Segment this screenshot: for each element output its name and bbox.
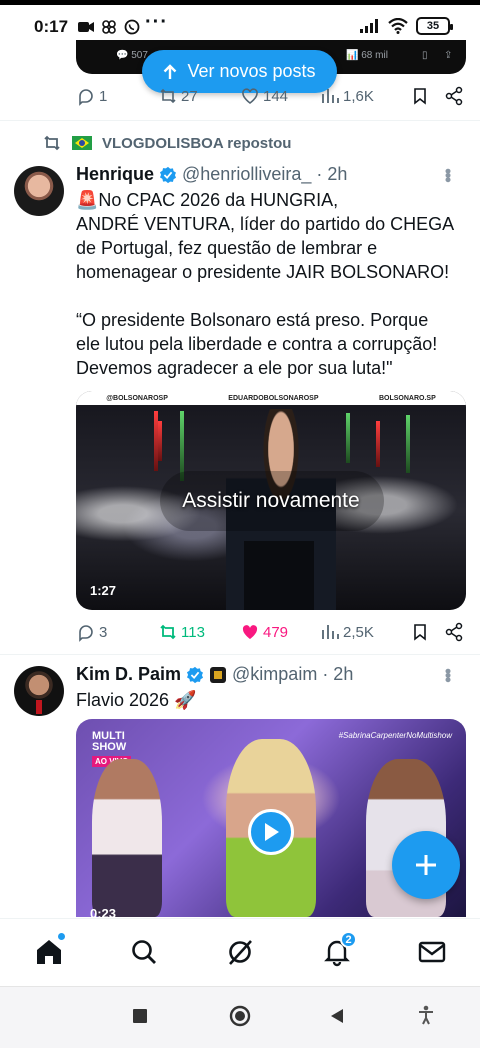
avatar[interactable]	[14, 666, 64, 716]
play-icon	[265, 823, 279, 841]
nav-home[interactable]	[34, 933, 65, 967]
repost-icon	[160, 88, 176, 104]
new-content-dot	[58, 933, 65, 940]
wifi-icon	[388, 18, 408, 34]
status-left-icons	[78, 19, 140, 35]
tweet-text: Flavio 2026 🚀	[76, 690, 197, 710]
bookmark-button[interactable]	[410, 86, 444, 106]
whatsapp-icon	[124, 19, 140, 35]
video-hashtag: #SabrinaCarpenterNoMultishow	[338, 731, 452, 740]
play-button[interactable]	[248, 809, 294, 855]
status-more-dots: ···	[145, 11, 168, 33]
repost-icon	[44, 135, 60, 151]
battery-icon: 35	[416, 17, 453, 35]
search-icon	[132, 940, 156, 964]
nav-messages[interactable]	[417, 937, 447, 967]
author-name[interactable]: Henrique	[76, 164, 154, 185]
affiliate-badge-icon	[210, 666, 227, 683]
repost-banner-text: VLOGDOLISBOA repostou	[102, 134, 292, 152]
share-icon	[445, 86, 463, 106]
author-name[interactable]: Kim D. Paim	[76, 664, 181, 685]
bottom-navigation: 2	[0, 918, 480, 986]
prev-media-share-icon: ⇪	[444, 50, 453, 61]
grok-icon	[229, 940, 252, 965]
compose-button[interactable]	[392, 831, 460, 899]
verified-badge-icon	[160, 166, 177, 183]
views-button[interactable]: 2,5K	[320, 622, 410, 642]
bookmark-button[interactable]	[410, 622, 444, 642]
like-button[interactable]: 479	[240, 622, 320, 642]
arrow-up-icon	[164, 63, 177, 79]
prev-tweet-actions: 1 27 144 1,6K	[76, 84, 464, 108]
video-duration: 0:23	[90, 906, 117, 917]
views-icon	[322, 89, 339, 103]
divider	[0, 654, 480, 655]
repost-banner[interactable]: VLOGDOLISBOA repostou	[42, 133, 291, 153]
verified-badge-icon	[187, 666, 204, 683]
share-button[interactable]	[444, 622, 464, 642]
tweet-header: Kim D. Paim @kimpaim · 2h	[76, 664, 353, 685]
status-time: 0:17	[34, 17, 69, 36]
recents-icon[interactable]	[133, 1009, 147, 1023]
system-navigation-bar	[0, 986, 480, 1048]
plus-icon	[416, 855, 436, 875]
heart-icon	[242, 88, 258, 104]
tweet-time: · 2h	[322, 664, 354, 684]
new-posts-label: Ver novos posts	[187, 61, 316, 81]
nav-grok[interactable]	[225, 937, 255, 967]
repost-button[interactable]: 113	[158, 622, 240, 642]
more-options-icon[interactable]: •••	[437, 668, 458, 681]
video-camera-icon	[78, 22, 94, 32]
reply-icon	[79, 625, 93, 642]
divider	[0, 120, 480, 121]
repost-icon	[160, 624, 176, 640]
battery-level: 35	[426, 20, 440, 32]
avatar[interactable]	[14, 166, 64, 216]
bookmark-icon	[414, 88, 426, 105]
prev-media-bookmark-icon: ▯	[422, 50, 428, 61]
replay-button[interactable]: Assistir novamente	[76, 391, 466, 610]
prev-media-views: 📊 68 mil	[346, 50, 388, 61]
tweet-actions: 3 113 479 2,5K	[76, 620, 464, 644]
author-handle[interactable]: @kimpaim	[232, 664, 317, 685]
video-duration: 1:27	[90, 583, 117, 598]
reply-icon	[79, 89, 93, 106]
tweet-header: Henrique @henriolliveira_ · 2h	[76, 164, 347, 185]
messages-icon	[418, 941, 446, 963]
like-button[interactable]: 144	[240, 86, 320, 106]
heart-icon	[242, 625, 258, 639]
views-icon	[322, 625, 339, 639]
more-options-icon[interactable]: •••	[437, 168, 458, 181]
views-button[interactable]: 1,6K	[320, 86, 410, 106]
signal-icon	[360, 19, 378, 33]
prev-media-replies: 💬 507	[116, 50, 148, 61]
app-grid-icon	[102, 20, 116, 34]
status-right-icons: 35	[360, 17, 453, 35]
reply-button[interactable]: 3	[76, 622, 158, 642]
notification-count-badge: 2	[340, 931, 357, 948]
reply-button[interactable]: 1	[76, 86, 158, 106]
tweet-video[interactable]: @BOLSONAROSP EDUARDOBOLSONAROSP BOLSONAR…	[76, 391, 466, 610]
nav-search[interactable]	[129, 937, 159, 967]
bookmark-icon	[414, 624, 426, 641]
tweet-time: · 2h	[316, 164, 348, 184]
share-icon	[445, 622, 463, 642]
back-icon[interactable]	[330, 1008, 344, 1024]
repost-button[interactable]: 27	[158, 86, 240, 106]
tweet-text: 🚨No CPAC 2026 da HUNGRIA, ANDRÉ VENTURA,…	[76, 190, 455, 378]
home-icon	[37, 940, 61, 964]
home-circle-icon[interactable]	[229, 1005, 251, 1027]
author-handle[interactable]: @henriolliveira_	[182, 164, 311, 185]
nav-notifications[interactable]: 2	[322, 931, 357, 967]
brazil-flag-icon	[72, 136, 92, 150]
share-button[interactable]	[444, 86, 464, 106]
accessibility-icon[interactable]	[418, 1005, 434, 1025]
